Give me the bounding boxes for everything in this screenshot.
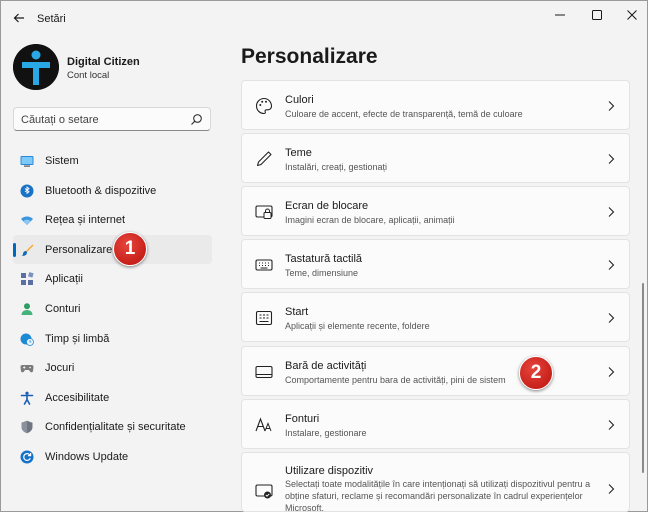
card-title: Bară de activități [285,360,367,372]
sidebar-item-label: Confidențialitate și securitate [45,421,186,434]
font-icon [255,417,272,432]
card-themes[interactable]: Teme Instalări, creați, gestionați [241,133,630,183]
sidebar-item-label: Accesibilitate [45,391,110,404]
card-colors[interactable]: Culori Culoare de accent, efecte de tran… [241,80,630,130]
chevron-right-icon [608,207,615,217]
search-box[interactable] [13,107,211,131]
user-name: Digital Citizen [67,56,140,68]
sidebar-item-accounts[interactable]: Conturi [13,294,212,324]
avatar[interactable] [13,44,59,90]
card-subtitle: Aplicații și elemente recente, foldere [285,321,430,331]
lock-screen-icon [255,205,273,219]
card-title: Ecran de blocare [285,200,369,212]
minimize-icon[interactable] [549,7,571,23]
sidebar-item-label: Sistem [45,155,79,167]
sidebar-item-apps[interactable]: Aplicații [13,264,212,294]
sidebar-item-label: Timp și limbă [45,332,110,345]
sidebar-item-windows-update[interactable]: Windows Update [13,442,212,472]
chevron-right-icon [608,420,615,430]
sidebar-item-label: Bluetooth & dispozitive [45,184,157,197]
sidebar-item-gaming[interactable]: Jocuri [13,353,212,383]
scrollbar-thumb[interactable] [642,283,644,473]
card-title: Culori [285,94,314,106]
sidebar-item-time-language[interactable]: Timp și limbă [13,324,212,354]
card-start[interactable]: Start Aplicații și elemente recente, fol… [241,292,630,342]
close-icon[interactable] [621,7,643,23]
account-icon [21,303,33,315]
chevron-right-icon [608,484,615,494]
globe-clock-icon [20,333,34,346]
card-lock-screen[interactable]: Ecran de blocare Imagini ecran de blocar… [241,186,630,236]
card-touch-keyboard[interactable]: Tastatură tactilă Teme, dimensiune [241,239,630,289]
sidebar-item-privacy-security[interactable]: Confidențialitate și securitate [13,412,212,442]
card-taskbar[interactable]: Bară de activități Comportamente pentru … [241,346,630,396]
card-subtitle: Instalare, gestionare [285,428,367,438]
page-title: Personalizare [241,45,378,68]
wifi-icon [21,216,33,226]
monitor-icon [20,156,34,167]
search-input[interactable] [21,112,181,127]
brush-icon [21,244,34,256]
sidebar-item-bluetooth[interactable]: Bluetooth & dispozitive [13,176,212,206]
update-icon [20,450,34,464]
account-type: Cont local [67,70,110,81]
shield-icon [21,421,33,434]
card-subtitle: Comportamente pentru bara de activități,… [285,375,506,385]
sidebar-nav: Sistem Bluetooth & dispozitive Rețea și … [13,146,212,472]
accessibility-icon [20,391,34,405]
bluetooth-icon [20,184,34,198]
maximize-icon[interactable] [586,7,608,23]
card-title: Start [285,306,309,318]
card-subtitle: Imagini ecran de blocare, aplicații, ani… [285,215,455,225]
start-menu-icon [255,310,273,326]
card-subtitle: Culoare de accent, efecte de transparenț… [285,109,523,119]
arrow-left-icon[interactable] [11,10,27,26]
card-subtitle: Teme, dimensiune [285,268,359,278]
sidebar-item-label: Windows Update [45,450,129,463]
card-title: Fonturi [285,413,320,425]
chevron-right-icon [608,367,615,377]
chevron-right-icon [608,260,615,270]
chevron-right-icon [608,313,615,323]
chevron-right-icon [608,101,615,111]
sidebar-item-label: Jocuri [45,362,75,375]
digital-citizen-logo-icon [13,44,59,90]
device-usage-icon [255,484,273,499]
apps-icon [21,272,34,286]
card-device-usage[interactable]: Utilizare dispozitiv Selectați toate mod… [241,452,630,512]
search-icon[interactable] [190,113,203,126]
sidebar-item-label: Personalizare [45,243,113,256]
sidebar-item-accessibility[interactable]: Accesibilitate [13,383,212,413]
sidebar-item-network[interactable]: Rețea și internet [13,205,212,235]
card-title: Teme [285,147,312,159]
card-subtitle: Instalări, creați, gestionați [285,162,388,172]
sidebar-item-label: Conturi [45,302,81,315]
sidebar-item-system[interactable]: Sistem [13,146,212,176]
card-title: Utilizare dispozitiv [285,465,374,477]
sidebar-item-label: Aplicații [45,273,83,286]
callout-badge-2: 2 [519,356,553,390]
keyboard-icon [255,259,273,271]
gamepad-icon [20,365,34,373]
palette-icon [256,97,273,115]
pen-icon [256,151,272,167]
sidebar-item-label: Rețea și internet [45,214,126,227]
chevron-right-icon [608,154,615,164]
card-title: Tastatură tactilă [285,253,363,265]
card-subtitle: Selectați toate modalitățile în care int… [285,479,591,512]
app-title: Setări [37,13,66,25]
callout-badge-1: 1 [113,232,147,266]
title-bar: Setări [1,1,647,35]
taskbar-icon [255,365,273,379]
card-fonts[interactable]: Fonturi Instalare, gestionare [241,399,630,449]
